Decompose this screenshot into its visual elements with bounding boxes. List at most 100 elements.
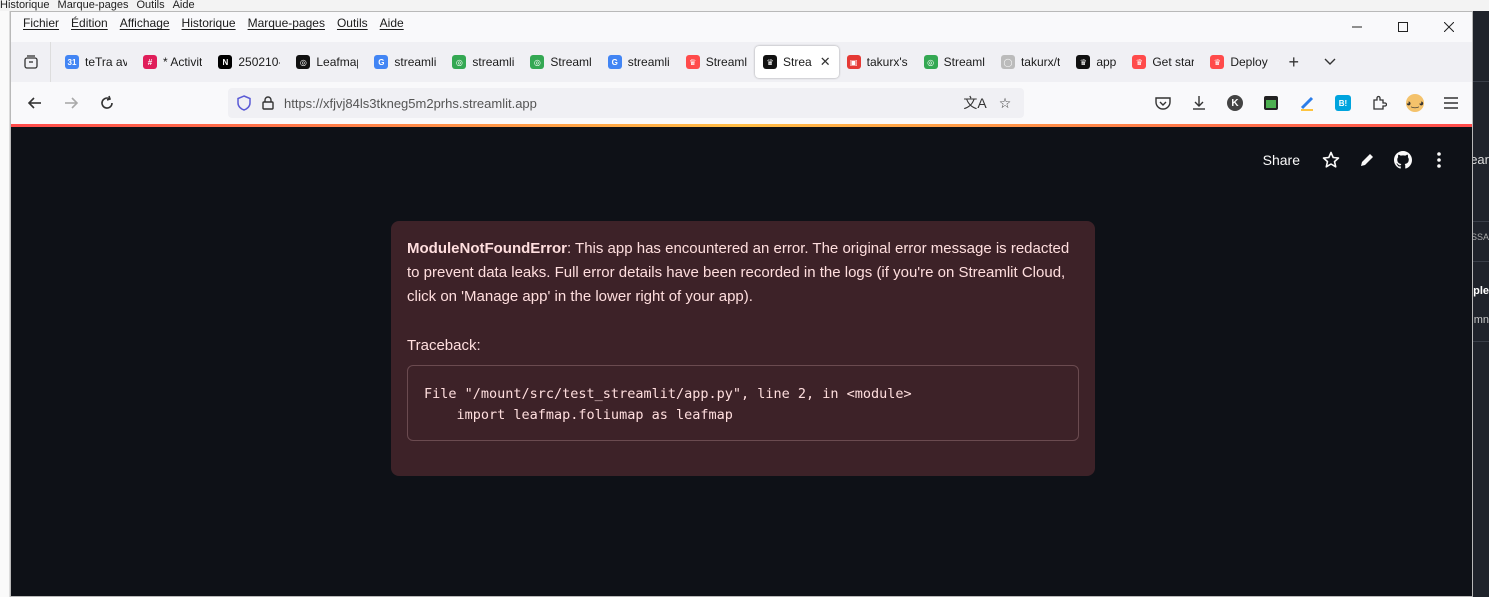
- tracking-protection-shield-icon[interactable]: [236, 95, 252, 111]
- tab-favicon-icon: 31: [65, 55, 79, 69]
- app-menu-button[interactable]: [1436, 87, 1466, 119]
- tab[interactable]: ◯ takurx/t: [993, 46, 1068, 78]
- tab-favicon-icon: #: [143, 55, 157, 69]
- minimize-button[interactable]: [1334, 12, 1380, 42]
- plus-icon: +: [1288, 51, 1299, 72]
- lock-icon[interactable]: [260, 95, 276, 111]
- tab-label: Streaml: [705, 55, 748, 69]
- avatar: ◕‿◕: [1406, 94, 1424, 112]
- tab[interactable]: ♛ Get star: [1124, 46, 1202, 78]
- extensions-button[interactable]: [1364, 87, 1394, 119]
- tab-favicon-icon: ♛: [763, 55, 778, 69]
- chevron-down-icon: [1324, 58, 1336, 65]
- background-fragment: mn: [1473, 314, 1489, 326]
- star-outline-icon: ☆: [998, 94, 1012, 111]
- traceback-label: Traceback:: [407, 337, 481, 354]
- tab[interactable]: # * Activit: [135, 46, 210, 78]
- tab-favicon-icon: G: [607, 55, 622, 69]
- window-controls: [1334, 12, 1472, 42]
- error-message: ModuleNotFoundError: This app has encoun…: [407, 237, 1079, 309]
- toolbar-extensions: K B! ◕‿◕: [1148, 87, 1466, 119]
- download-icon: [1193, 96, 1205, 110]
- tab-label: 250210-: [238, 55, 281, 69]
- tab-favicon-icon: ◎: [923, 55, 938, 69]
- menu-item[interactable]: Historique: [176, 15, 242, 31]
- tab-label: app: [1096, 55, 1117, 69]
- tab[interactable]: ◎ streamli: [444, 46, 522, 78]
- tab[interactable]: ▣ takurx's: [839, 46, 916, 78]
- close-tab-icon[interactable]: ✕: [820, 54, 831, 70]
- tab-label: * Activit: [163, 55, 203, 69]
- pencil-icon: [1361, 154, 1373, 166]
- background-left-strip: [0, 11, 10, 597]
- back-button[interactable]: [17, 87, 53, 119]
- tab[interactable]: ♛ app: [1068, 46, 1124, 78]
- reload-icon: [101, 95, 113, 109]
- tab[interactable]: Gstreamli: [600, 46, 678, 78]
- extension-calendar-button[interactable]: [1256, 87, 1286, 119]
- tab-label: teTra av: [85, 55, 127, 69]
- tab-label: Streaml: [550, 55, 592, 69]
- downloads-button[interactable]: [1184, 87, 1214, 119]
- tab-favicon-icon: G: [374, 55, 389, 69]
- tab-overview-button[interactable]: [11, 42, 51, 82]
- tab-label: Deploy: [1230, 55, 1268, 69]
- tab-label: takurx's: [866, 55, 908, 69]
- tab[interactable]: ♛ Deploy: [1202, 46, 1275, 78]
- error-type: ModuleNotFoundError: [407, 240, 567, 257]
- extension-hatena-button[interactable]: B!: [1328, 87, 1358, 119]
- extension-pen-button[interactable]: [1292, 87, 1322, 119]
- bookmark-star-button[interactable]: ☆: [992, 90, 1018, 116]
- app-options-button[interactable]: [1428, 149, 1450, 171]
- tab-label: Strea: [783, 55, 812, 69]
- forward-button[interactable]: [53, 87, 89, 119]
- translate-icon: 文A: [963, 95, 987, 111]
- tab-favicon-icon: N: [218, 55, 233, 69]
- tab[interactable]: Gstreamli: [366, 46, 444, 78]
- pen-extension-icon: [1300, 96, 1314, 111]
- tab-strip: 31 teTra av # * Activit N 250210- ◎ Leafmap Gstr…: [51, 42, 1276, 82]
- translate-button[interactable]: 文A: [962, 90, 988, 116]
- account-avatar-button[interactable]: ◕‿◕: [1400, 87, 1430, 119]
- browser-window: Fichier Édition Affichage Historique Marque-…: [10, 11, 1473, 597]
- tab[interactable]: ◎ Leafmap: [288, 46, 366, 78]
- tab[interactable]: N 250210-: [210, 46, 288, 78]
- favorite-button[interactable]: [1320, 149, 1342, 171]
- github-icon: [1394, 151, 1412, 169]
- share-button[interactable]: Share: [1263, 152, 1300, 168]
- tab-active[interactable]: ♛ Strea ✕: [755, 46, 839, 78]
- error-alert: ModuleNotFoundError: This app has encoun…: [391, 221, 1095, 476]
- edit-button[interactable]: [1356, 149, 1378, 171]
- puzzle-icon: [1373, 95, 1387, 110]
- close-window-button[interactable]: [1426, 12, 1472, 42]
- menu-item[interactable]: Outils: [331, 15, 374, 31]
- menu-item[interactable]: Aide: [374, 15, 410, 31]
- menu-item[interactable]: Fichier: [17, 15, 65, 31]
- background-right-strip: [1473, 11, 1489, 597]
- tab-label: Streaml: [943, 55, 985, 69]
- menu-item[interactable]: Affichage: [114, 15, 176, 31]
- url-input[interactable]: [284, 95, 884, 111]
- new-tab-button[interactable]: +: [1276, 46, 1312, 78]
- menu-item[interactable]: Marque-pages: [242, 15, 331, 31]
- tab-favicon-icon: ♛: [685, 55, 700, 69]
- tab[interactable]: ♛ Streaml: [678, 46, 755, 78]
- github-button[interactable]: [1392, 149, 1414, 171]
- list-all-tabs-button[interactable]: [1312, 46, 1348, 78]
- tab-label: streamli: [472, 55, 515, 69]
- tab-favicon-icon: ♛: [1132, 55, 1147, 69]
- tab[interactable]: ◎ Streaml: [916, 46, 993, 78]
- address-bar[interactable]: 文A ☆: [228, 88, 1024, 118]
- tab-favicon-icon: ♛: [1076, 55, 1091, 69]
- pocket-button[interactable]: [1148, 87, 1178, 119]
- menu-item[interactable]: Édition: [65, 15, 114, 31]
- background-menu-item: Historique: [0, 0, 50, 11]
- maximize-button[interactable]: [1380, 12, 1426, 42]
- reload-button[interactable]: [89, 87, 125, 119]
- extension-k-button[interactable]: K: [1220, 87, 1250, 119]
- minimize-icon: [1352, 26, 1362, 28]
- tab[interactable]: 31 teTra av: [57, 46, 135, 78]
- tab[interactable]: ◎ Streaml: [522, 46, 599, 78]
- navigation-bar: 文A ☆ K B!: [11, 82, 1472, 124]
- star-icon: [1322, 151, 1340, 168]
